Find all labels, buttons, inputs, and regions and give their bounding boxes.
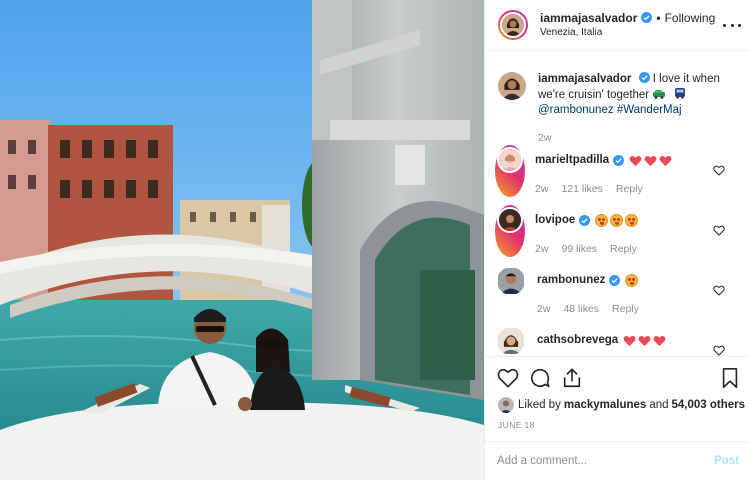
comment-emojis	[629, 155, 672, 167]
comment-likes[interactable]: 99 likes	[561, 242, 597, 257]
comment-age[interactable]: 2w	[535, 242, 548, 257]
comment-avatar[interactable]	[495, 145, 525, 197]
comment-username[interactable]: lovipoe	[535, 213, 575, 228]
red-heart-emoji	[638, 335, 651, 346]
red-heart-emoji	[629, 155, 642, 166]
verified-badge-icon	[609, 275, 621, 286]
add-comment-input[interactable]	[497, 455, 697, 467]
comment-username[interactable]: rambonunez	[537, 273, 605, 288]
venice-canal-photo	[0, 0, 484, 480]
reply-button[interactable]: Reply	[616, 182, 643, 197]
author-avatar[interactable]	[500, 12, 526, 38]
post-caption: iammajasalvador I love it when we're cru…	[498, 72, 738, 146]
post-actions: Liked by mackymalunes and 54,003 others …	[485, 356, 750, 441]
post-date[interactable]: JUNE 18	[498, 420, 535, 430]
comment-avatar[interactable]	[497, 327, 525, 355]
add-comment-bar: Post	[485, 441, 750, 480]
comment-icon[interactable]	[529, 367, 551, 389]
likes-prefix: Liked by	[518, 399, 561, 411]
verified-badge-icon	[613, 155, 625, 166]
red-heart-emoji	[623, 335, 636, 346]
header-separator: •	[656, 10, 661, 25]
heart-icon[interactable]	[713, 285, 725, 296]
comment-item: rambonunez 2w 48 likes Reply	[495, 265, 745, 317]
caption-age[interactable]: 2w	[538, 132, 551, 144]
post-header: iammajasalvador • Following Venezia, Ita…	[485, 0, 750, 51]
author-avatar-ring[interactable]	[498, 10, 528, 40]
heart-icon[interactable]	[713, 345, 725, 356]
post-photo[interactable]	[0, 0, 484, 480]
heart-eyes-emoji	[625, 214, 639, 227]
reply-button[interactable]: Reply	[610, 242, 637, 257]
heart-icon[interactable]	[713, 225, 725, 236]
heart-eyes-emoji	[610, 214, 624, 227]
post-side-panel: iammajasalvador • Following Venezia, Ita…	[484, 0, 750, 480]
caption-avatar[interactable]	[498, 72, 526, 146]
post-comment-button[interactable]: Post	[714, 455, 739, 467]
comments-list[interactable]: iammajasalvador I love it when we're cru…	[485, 52, 750, 356]
red-heart-emoji	[644, 155, 657, 166]
comment-age[interactable]: 2w	[535, 182, 548, 197]
comment-avatar[interactable]	[497, 267, 525, 295]
liker-username[interactable]: mackymalunes	[564, 399, 646, 411]
heart-eyes-emoji	[625, 274, 639, 287]
car-emoji	[653, 90, 666, 99]
likes-others[interactable]: 54,003 others	[672, 399, 746, 411]
share-icon[interactable]	[561, 367, 583, 389]
comment-emojis	[625, 274, 639, 287]
liker-avatar[interactable]	[498, 397, 514, 413]
comment-item: marieltpadilla 2w 121 likes Reply	[495, 145, 745, 197]
comment-likes[interactable]: 121 likes	[561, 182, 602, 197]
heart-icon[interactable]	[713, 165, 725, 176]
verified-badge-icon	[579, 215, 591, 226]
comment-username[interactable]: cathsobrevega	[537, 333, 618, 348]
likes-connector: and	[649, 399, 669, 411]
caption-mention[interactable]: @rambonunez	[538, 104, 614, 116]
comment-likes[interactable]: 48 likes	[563, 302, 599, 317]
verified-badge-icon	[638, 72, 650, 83]
comment-username[interactable]: marieltpadilla	[535, 153, 609, 168]
comment-age[interactable]: 2w	[537, 302, 550, 317]
like-heart-icon[interactable]	[497, 367, 519, 389]
caption-username[interactable]: iammajasalvador	[538, 73, 631, 85]
bookmark-icon[interactable]	[719, 367, 741, 389]
reply-button[interactable]: Reply	[612, 302, 639, 317]
instagram-post: iammajasalvador • Following Venezia, Ita…	[0, 0, 750, 480]
more-options-icon[interactable]	[723, 18, 741, 32]
red-heart-emoji	[659, 155, 672, 166]
caption-hashtag[interactable]: #WanderMaj	[617, 104, 682, 116]
bus-emoji	[674, 88, 685, 99]
following-button[interactable]: Following	[665, 11, 716, 25]
verified-badge-icon	[641, 12, 653, 23]
post-location[interactable]: Venezia, Italia	[540, 26, 715, 40]
comment-item: lovipoe 2w 99 likes Reply	[495, 205, 745, 257]
author-username[interactable]: iammajasalvador	[540, 11, 637, 25]
likes-summary: Liked by mackymalunes and 54,003 others	[498, 397, 748, 413]
comment-emojis	[595, 214, 639, 227]
comment-emojis	[623, 335, 666, 347]
heart-eyes-emoji	[595, 214, 609, 227]
comment-item: cathsobrevega	[495, 325, 745, 356]
red-heart-emoji	[653, 335, 666, 346]
comment-avatar[interactable]	[495, 205, 525, 257]
